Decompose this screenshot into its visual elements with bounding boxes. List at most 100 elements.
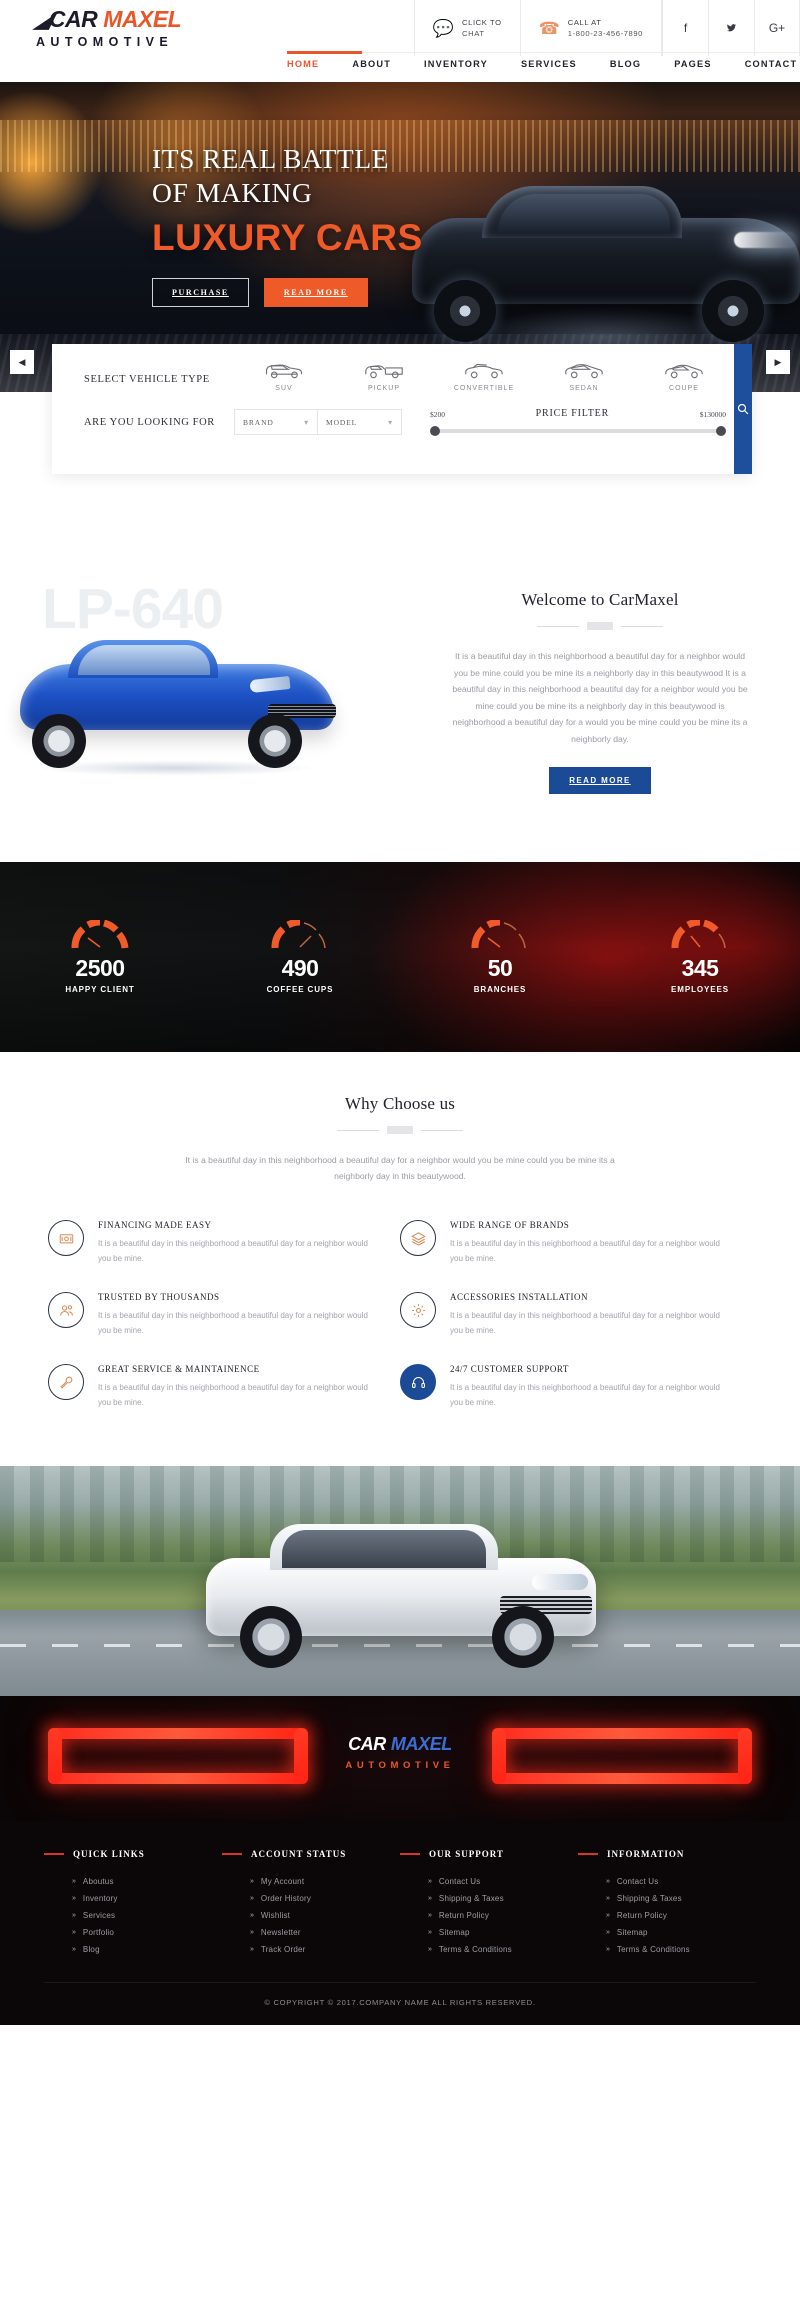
vehicle-type-options: SUV PICKUP CONVERTIBLE SEDAN COUPE [234,360,734,392]
footer-head-text: INFORMATION [607,1849,685,1859]
list-item[interactable]: » Blog [72,1945,222,1954]
nav-item-pages[interactable]: PAGES [674,59,711,69]
google-plus-icon[interactable]: G+ [754,0,800,56]
footer-link[interactable]: Services [83,1911,115,1920]
footer-link[interactable]: Shipping & Taxes [617,1894,682,1903]
slider-track [430,429,726,433]
nav-item-contact[interactable]: CONTACT [745,59,798,69]
footer-link[interactable]: Terms & Conditions [617,1945,690,1954]
vehicle-type-sedan[interactable]: SEDAN [534,360,634,392]
looking-for-row: ARE YOU LOOKING FOR BRAND ▾ MODEL ▾ $200… [84,408,734,436]
feature-text: FINANCING MADE EASY It is a beautiful da… [98,1220,378,1266]
footer-link[interactable]: Terms & Conditions [439,1945,512,1954]
chevron-right-icon: » [250,1878,254,1885]
vehicle-type-convertible[interactable]: CONVERTIBLE [434,360,534,392]
footer-column-account-status: ACCOUNT STATUS » My Account » Order Histor… [222,1849,400,1962]
slider-prev-arrow-icon[interactable]: ◀ [10,350,34,374]
list-item[interactable]: » Sitemap [606,1928,756,1937]
feature-desc: It is a beautiful day in this neighborho… [98,1311,368,1335]
nav-item-about[interactable]: ABOUT [352,59,391,69]
list-item[interactable]: » Contact Us [428,1877,578,1886]
list-item[interactable]: » Sitemap [428,1928,578,1937]
feature-financing-made-easy: FINANCING MADE EASY It is a beautiful da… [48,1220,400,1266]
model-select[interactable]: MODEL ▾ [318,409,402,435]
chevron-right-icon: » [250,1895,254,1902]
call-at[interactable]: ☎ CALL AT 1-800-23-456-7890 [519,0,662,56]
list-item[interactable]: » Return Policy [428,1911,578,1920]
welcome-read-more-button[interactable]: READ MORE [549,767,651,794]
brand-select[interactable]: BRAND ▾ [234,409,318,435]
select-vehicle-type-label: SELECT VEHICLE TYPE [84,374,210,385]
footer-link[interactable]: Portfolio [83,1928,114,1937]
footer-link[interactable]: Order History [261,1894,311,1903]
footer-link[interactable]: Newsletter [261,1928,301,1937]
chevron-right-icon: » [428,1912,432,1919]
counter-label: EMPLOYEES [671,985,729,994]
vehicle-type-coupe[interactable]: COUPE [634,360,734,392]
list-item[interactable]: » My Account [250,1877,400,1886]
click-to-chat[interactable]: 💬 CLICK TO CHAT [413,0,521,56]
facebook-icon[interactable]: f [662,0,708,56]
headset-icon [400,1364,436,1400]
footer-links: » My Account » Order History » Wishlist » Ne… [222,1877,400,1954]
features-grid: FINANCING MADE EASY It is a beautiful da… [48,1220,752,1436]
footer-link[interactable]: Return Policy [617,1911,667,1920]
hero-headline-line1: ITS REAL BATTLE [152,143,390,174]
gauge-icon [271,918,329,950]
footer-links: » Contact Us » Shipping & Taxes » Return Po… [400,1877,578,1954]
slider-handle-min[interactable] [430,426,440,436]
footer-link[interactable]: Shipping & Taxes [439,1894,504,1903]
list-item[interactable]: » Shipping & Taxes [606,1894,756,1903]
footer-link[interactable]: Blog [83,1945,100,1954]
counter-items: 2500 HAPPY CLIENT 490 COFFEE CUPS 50 BRA… [0,862,800,1052]
list-item[interactable]: » Services [72,1911,222,1920]
list-item[interactable]: » Terms & Conditions [428,1945,578,1954]
chevron-right-icon: » [72,1912,76,1919]
chevron-right-icon: » [428,1946,432,1953]
list-item[interactable]: » Inventory [72,1894,222,1903]
price-range-slider[interactable] [430,426,726,436]
vehicle-type-pickup[interactable]: PICKUP [334,360,434,392]
counter-value: 345 [681,955,719,981]
nav-item-inventory[interactable]: INVENTORY [424,59,488,69]
slider-handle-max[interactable] [716,426,726,436]
footer-link[interactable]: Aboutus [83,1877,114,1886]
list-item[interactable]: » Contact Us [606,1877,756,1886]
list-item[interactable]: » Newsletter [250,1928,400,1937]
nav-item-home[interactable]: HOME [287,59,319,69]
list-item[interactable]: » Shipping & Taxes [428,1894,578,1903]
filter-fields: SELECT VEHICLE TYPE SUV PICKUP CONVERTIB… [52,344,734,474]
footer-link[interactable]: Track Order [261,1945,306,1954]
nav-item-services[interactable]: SERVICES [521,59,577,69]
footer-link[interactable]: Inventory [83,1894,118,1903]
slider-next-arrow-icon[interactable]: ▶ [766,350,790,374]
footer-link[interactable]: Sitemap [439,1928,470,1937]
header-right: 💬 CLICK TO CHAT ☎ CALL AT 1-800-23-456-7… [300,0,800,56]
footer-link[interactable]: Contact Us [439,1877,481,1886]
footer-link[interactable]: Contact Us [617,1877,659,1886]
list-item[interactable]: » Return Policy [606,1911,756,1920]
vehicle-type-suv[interactable]: SUV [234,360,334,392]
filter-search-button[interactable] [734,344,752,474]
logo-tagline: AUTOMOTIVE [36,35,174,49]
site-logo[interactable]: ◢CAR MAXEL AUTOMOTIVE [0,0,300,56]
read-more-button[interactable]: READ MORE [263,278,368,307]
list-item[interactable]: » Order History [250,1894,400,1903]
list-item[interactable]: » Terms & Conditions [606,1945,756,1954]
list-item[interactable]: » Track Order [250,1945,400,1954]
chevron-right-icon: » [606,1878,610,1885]
chevron-right-icon: » [250,1929,254,1936]
purchase-button[interactable]: PURCHASE [152,278,249,307]
gauge-glyph [71,918,129,949]
footer-link[interactable]: Return Policy [439,1911,489,1920]
list-item[interactable]: » Wishlist [250,1911,400,1920]
list-item[interactable]: » Portfolio [72,1928,222,1937]
footer-link[interactable]: Wishlist [261,1911,290,1920]
nav-item-blog[interactable]: BLOG [610,59,641,69]
twitter-icon[interactable] [708,0,754,56]
footer-link[interactable]: My Account [261,1877,304,1886]
feature-title: GREAT SERVICE & MAINTAINENCE [98,1364,260,1374]
list-item[interactable]: » Aboutus [72,1877,222,1886]
footer-link[interactable]: Sitemap [617,1928,648,1937]
footer-logo[interactable]: CAR MAXEL AUTOMOTIVE [0,1734,800,1771]
